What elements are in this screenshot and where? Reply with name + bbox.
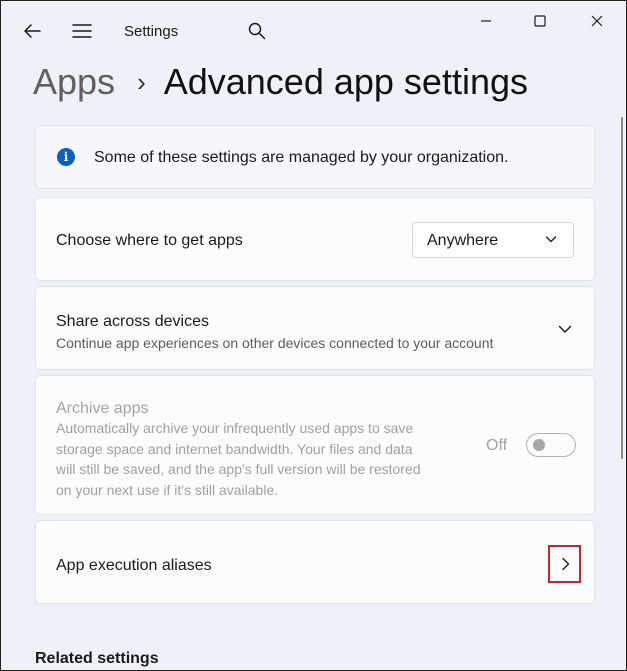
breadcrumb-apps-link[interactable]: Apps	[33, 61, 115, 103]
info-icon: i	[57, 148, 75, 166]
app-execution-aliases-row[interactable]: App execution aliases	[35, 520, 595, 604]
archive-apps-description: Automatically archive your infrequently …	[56, 418, 476, 500]
close-button[interactable]	[574, 7, 620, 35]
search-icon	[248, 22, 266, 40]
minimize-button[interactable]	[463, 7, 509, 35]
archive-apps-description-line: Automatically archive your infrequently …	[56, 420, 414, 436]
chevron-right-icon	[561, 557, 569, 571]
app-execution-aliases-label: App execution aliases	[56, 557, 212, 574]
maximize-icon	[534, 15, 546, 27]
archive-apps-title: Archive apps	[56, 400, 149, 417]
info-message: Some of these settings are managed by yo…	[94, 149, 509, 166]
related-settings-header: Related settings	[35, 650, 159, 667]
archive-apps-description-line: on your next use if it's still available…	[56, 481, 279, 498]
toggle-knob	[533, 439, 545, 451]
title-bar: Settings	[1, 1, 626, 59]
close-icon	[591, 15, 603, 27]
app-source-selected-value: Anywhere	[427, 232, 499, 249]
maximize-button[interactable]	[517, 7, 563, 35]
back-button[interactable]	[16, 15, 48, 47]
app-source-dropdown[interactable]: Anywhere	[412, 222, 574, 258]
archive-apps-toggle[interactable]	[526, 433, 576, 457]
breadcrumb-separator: ›	[137, 66, 146, 97]
settings-window: Settings Apps › Advanced app settings i …	[0, 0, 627, 671]
chevron-down-icon[interactable]	[558, 322, 572, 336]
scrollbar[interactable]	[621, 117, 623, 459]
chevron-down-icon	[545, 236, 557, 243]
back-arrow-icon	[24, 24, 41, 38]
hamburger-menu-icon	[72, 24, 92, 38]
page-title: Advanced app settings	[163, 61, 528, 102]
menu-button[interactable]	[66, 15, 98, 47]
org-managed-info-bar: i Some of these settings are managed by …	[35, 125, 595, 189]
minimize-icon	[481, 20, 491, 22]
highlighted-open-button[interactable]	[548, 545, 581, 583]
share-across-devices-title: Share across devices	[56, 313, 209, 330]
share-across-devices-subtitle: Continue app experiences on other device…	[56, 335, 494, 351]
archive-apps-toggle-label: Off	[486, 437, 508, 454]
window-title: Settings	[124, 23, 179, 40]
choose-where-to-get-apps-label: Choose where to get apps	[56, 232, 243, 249]
share-across-devices-row[interactable]: Share across devices Continue app experi…	[35, 286, 595, 370]
search-button[interactable]	[241, 15, 273, 47]
choose-where-to-get-apps-row: Choose where to get apps Anywhere	[35, 197, 595, 281]
archive-apps-row: Archive apps Automatically archive your …	[35, 375, 595, 515]
breadcrumb: Apps › Advanced app settings	[33, 59, 528, 105]
archive-apps-description-line: will still be saved, and the app's full …	[56, 461, 421, 477]
archive-apps-description-line: storage space and internet bandwidth. Yo…	[56, 440, 413, 457]
